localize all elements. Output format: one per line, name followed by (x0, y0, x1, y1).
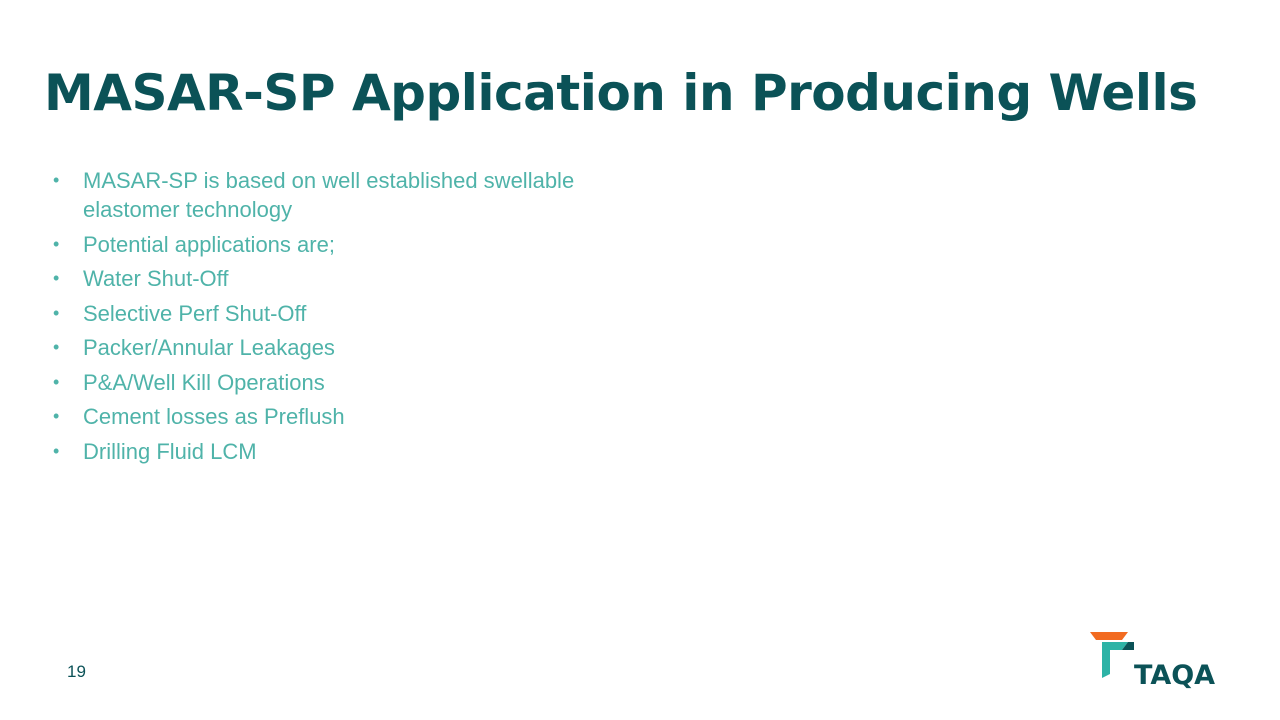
bullet-item: • Potential applications are; (50, 230, 610, 259)
bullet-dot-icon: • (53, 233, 60, 254)
bullet-text: Cement losses as Preflush (83, 404, 345, 429)
bullet-text: Water Shut-Off (83, 266, 229, 291)
logo-text: TAQA (1134, 660, 1215, 690)
bullet-item: • Drilling Fluid LCM (50, 437, 610, 466)
page-number: 19 (67, 662, 86, 681)
bullet-dot-icon: • (53, 371, 60, 392)
bullet-item: • Selective Perf Shut-Off (50, 299, 610, 328)
bullet-text: Drilling Fluid LCM (83, 438, 257, 464)
bullet-dot-icon: • (53, 337, 60, 357)
bullet-item: • MASAR-SP is based on well established … (50, 166, 610, 224)
bullet-text: Selective Perf Shut-Off (83, 300, 307, 326)
bullet-text: Potential applications are; (83, 231, 335, 257)
logo-orange-bar (1090, 632, 1128, 640)
taqa-logo-icon: TAQA (1090, 632, 1215, 690)
bullet-dot-icon: • (53, 170, 60, 190)
bullet-list: • MASAR-SP is based on well established … (50, 166, 610, 471)
bullet-text: MASAR-SP is based on well established sw… (83, 168, 575, 222)
bullet-text: P&A/Well Kill Operations (83, 369, 325, 395)
bullet-dot-icon: • (53, 302, 60, 323)
bullet-dot-icon: • (53, 268, 60, 288)
bullet-item: • Cement losses as Preflush (50, 402, 610, 431)
bullet-dot-icon: • (53, 440, 60, 461)
bullet-item: • Water Shut-Off (50, 264, 610, 293)
bullet-item: • P&A/Well Kill Operations (50, 368, 610, 397)
bullet-text: Packer/Annular Leakages (83, 335, 335, 360)
bullet-item: • Packer/Annular Leakages (50, 333, 610, 362)
bullet-dot-icon: • (53, 406, 60, 426)
slide-title: MASAR-SP Application in Producing Wells (44, 64, 1198, 122)
